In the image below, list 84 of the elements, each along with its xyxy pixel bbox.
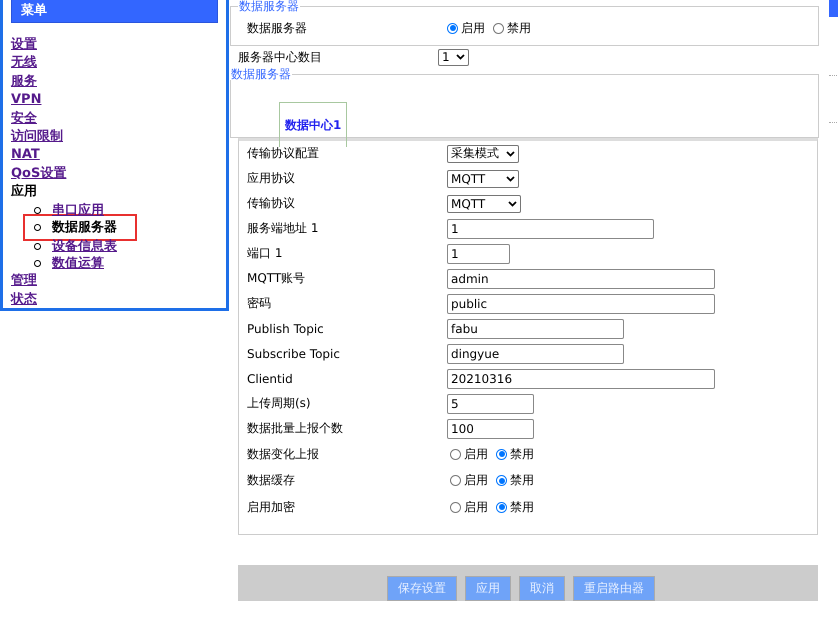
divider-line [829, 75, 838, 76]
radio-button[interactable] [496, 448, 507, 460]
radio-button[interactable] [496, 475, 507, 486]
section-legend: 数据服务器 [230, 68, 292, 80]
radio-option[interactable]: 启用 [450, 446, 488, 463]
radio-option[interactable]: 禁用 [493, 20, 531, 36]
dropdown-select[interactable]: 采集模式 [447, 144, 519, 162]
radio-option[interactable]: 禁用 [496, 472, 534, 490]
bullet-icon [34, 242, 41, 250]
sidebar-title: 菜单 [11, 0, 218, 23]
field-label: 数据变化上报 [246, 446, 320, 463]
radio-label: 启用 [464, 446, 488, 463]
menu-link[interactable]: 安全 [11, 110, 37, 128]
menu-group-label: 应用 [11, 183, 37, 202]
submenu-link[interactable]: 数据服务器 [52, 219, 117, 236]
radio-button[interactable] [496, 502, 507, 513]
input-field[interactable]: 1 [447, 244, 510, 264]
radio-label: 启用 [464, 472, 488, 490]
dropdown-select[interactable]: MQTT [447, 170, 519, 188]
field-label: 传输协议配置 [246, 145, 320, 162]
field-label: Publish Topic [246, 322, 325, 336]
caret-icon [506, 176, 515, 182]
radio-option[interactable]: 禁用 [496, 446, 534, 463]
input-field[interactable]: dingyue [447, 344, 624, 364]
field-label: Clientid [246, 372, 294, 386]
input-field[interactable]: 20210316 [447, 368, 715, 388]
divider-line [829, 122, 838, 123]
radio-option[interactable]: 启用 [447, 20, 485, 36]
field-label: 服务器中心数目 [237, 48, 323, 66]
input-field[interactable]: 1 [447, 218, 654, 238]
menu-link[interactable]: VPN [11, 91, 42, 110]
input-field[interactable]: fabu [447, 318, 624, 338]
field-label: 服务端地址 1 [246, 220, 320, 237]
radio-label: 启用 [464, 498, 488, 516]
radio-button[interactable] [447, 22, 458, 34]
bullet-icon [34, 206, 41, 214]
radio-label: 启用 [461, 20, 485, 36]
caret-icon [456, 54, 465, 60]
menu-link[interactable]: 无线 [11, 54, 37, 73]
menu-link[interactable]: 管理 [11, 272, 37, 291]
menu-link[interactable]: NAT [11, 146, 40, 165]
center-tab[interactable]: 数据中心1 [279, 102, 348, 147]
bullet-icon [34, 224, 41, 232]
radio-label: 禁用 [507, 20, 531, 36]
radio-button[interactable] [493, 22, 504, 34]
radio-button[interactable] [450, 502, 461, 513]
field-label: MQTT账号 [246, 270, 306, 287]
field-label: 数据服务器 [246, 20, 308, 36]
radio-option[interactable]: 禁用 [496, 498, 534, 516]
dropdown-select[interactable]: MQTT [447, 194, 521, 212]
menu-link[interactable]: 服务 [11, 72, 37, 92]
input-field[interactable]: 5 [447, 394, 534, 414]
input-field[interactable]: admin [447, 268, 715, 288]
bullet-icon [34, 260, 41, 268]
field-label: 数据缓存 [246, 472, 296, 490]
radio-label: 禁用 [510, 498, 534, 516]
caret-icon [506, 150, 515, 156]
field-label: 数据批量上报个数 [246, 420, 344, 437]
radio-button[interactable] [450, 448, 461, 460]
field-label: 启用加密 [246, 498, 296, 516]
menu-link[interactable]: 访问限制 [11, 128, 63, 146]
submenu-link[interactable]: 串口应用 [52, 202, 104, 219]
menu-link[interactable]: 设置 [11, 36, 37, 54]
count-select[interactable]: 1 [438, 48, 469, 66]
field-label: 密码 [246, 295, 272, 312]
caret-icon [508, 200, 517, 206]
radio-label: 禁用 [510, 446, 534, 463]
menu-link[interactable]: 状态 [11, 290, 37, 310]
submenu-link[interactable]: 设备信息表 [52, 238, 117, 255]
input-field[interactable]: public [447, 294, 715, 314]
radio-option[interactable]: 启用 [450, 472, 488, 490]
field-label: Subscribe Topic [246, 346, 341, 360]
help-header-bar [829, 0, 838, 17]
section-legend: 数据服务器 [238, 0, 300, 12]
menu-link[interactable]: QoS设置 [11, 164, 66, 184]
field-label: 上传周期(s) [246, 395, 312, 412]
input-field[interactable]: 100 [447, 418, 534, 438]
field-label: 端口 1 [246, 245, 284, 262]
field-label: 应用协议 [246, 170, 296, 187]
submenu-link[interactable]: 数值运算 [52, 255, 104, 272]
field-label: 传输协议 [246, 195, 296, 212]
radio-label: 禁用 [510, 472, 534, 490]
radio-button[interactable] [450, 475, 461, 486]
radio-option[interactable]: 启用 [450, 498, 488, 516]
